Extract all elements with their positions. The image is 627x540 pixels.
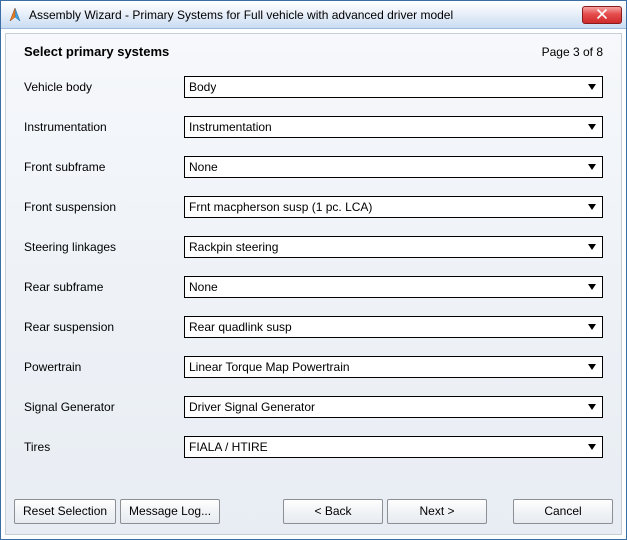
- dropdown-value: Driver Signal Generator: [189, 400, 315, 414]
- dropdown-value: None: [189, 160, 218, 174]
- form-area: Vehicle body Body Instrumentation Instru…: [6, 63, 621, 490]
- dropdown-value: Linear Torque Map Powertrain: [189, 360, 350, 374]
- chevron-down-icon: [584, 399, 600, 415]
- dropdown-front-suspension[interactable]: Frnt macpherson susp (1 pc. LCA): [184, 196, 603, 218]
- back-button[interactable]: < Back: [283, 499, 383, 524]
- wizard-window: Assembly Wizard - Primary Systems for Fu…: [0, 0, 627, 540]
- dropdown-value: FIALA / HTIRE: [189, 440, 268, 454]
- dropdown-powertrain[interactable]: Linear Torque Map Powertrain: [184, 356, 603, 378]
- row-signal-generator: Signal Generator Driver Signal Generator: [24, 387, 603, 427]
- dropdown-steering-linkages[interactable]: Rackpin steering: [184, 236, 603, 258]
- cancel-button[interactable]: Cancel: [513, 499, 613, 524]
- chevron-down-icon: [584, 199, 600, 215]
- dropdown-value: Rackpin steering: [189, 240, 278, 254]
- label-signal-generator: Signal Generator: [24, 400, 184, 414]
- close-button[interactable]: [582, 6, 622, 24]
- reset-selection-button[interactable]: Reset Selection: [14, 499, 116, 524]
- content-panel: Select primary systems Page 3 of 8 Vehic…: [5, 33, 622, 535]
- label-steering-linkages: Steering linkages: [24, 240, 184, 254]
- dropdown-tires[interactable]: FIALA / HTIRE: [184, 436, 603, 458]
- dropdown-value: None: [189, 280, 218, 294]
- chevron-down-icon: [584, 79, 600, 95]
- chevron-down-icon: [584, 279, 600, 295]
- dropdown-value: Rear quadlink susp: [189, 320, 292, 334]
- dropdown-instrumentation[interactable]: Instrumentation: [184, 116, 603, 138]
- label-rear-subframe: Rear subframe: [24, 280, 184, 294]
- page-indicator: Page 3 of 8: [542, 45, 603, 59]
- chevron-down-icon: [584, 359, 600, 375]
- dropdown-signal-generator[interactable]: Driver Signal Generator: [184, 396, 603, 418]
- dropdown-rear-subframe[interactable]: None: [184, 276, 603, 298]
- window-title: Assembly Wizard - Primary Systems for Fu…: [29, 8, 576, 22]
- titlebar: Assembly Wizard - Primary Systems for Fu…: [1, 1, 626, 29]
- label-powertrain: Powertrain: [24, 360, 184, 374]
- app-icon: [7, 7, 23, 23]
- next-button[interactable]: Next >: [387, 499, 487, 524]
- row-instrumentation: Instrumentation Instrumentation: [24, 107, 603, 147]
- row-tires: Tires FIALA / HTIRE: [24, 427, 603, 467]
- button-row: Reset Selection Message Log... < Back Ne…: [6, 490, 621, 534]
- label-instrumentation: Instrumentation: [24, 120, 184, 134]
- row-front-subframe: Front subframe None: [24, 147, 603, 187]
- page-heading: Select primary systems: [24, 44, 169, 59]
- message-log-button[interactable]: Message Log...: [120, 499, 220, 524]
- dropdown-vehicle-body[interactable]: Body: [184, 76, 603, 98]
- row-powertrain: Powertrain Linear Torque Map Powertrain: [24, 347, 603, 387]
- chevron-down-icon: [584, 439, 600, 455]
- chevron-down-icon: [584, 159, 600, 175]
- label-front-suspension: Front suspension: [24, 200, 184, 214]
- dropdown-value: Instrumentation: [189, 120, 272, 134]
- row-steering-linkages: Steering linkages Rackpin steering: [24, 227, 603, 267]
- label-rear-suspension: Rear suspension: [24, 320, 184, 334]
- label-vehicle-body: Vehicle body: [24, 80, 184, 94]
- row-rear-subframe: Rear subframe None: [24, 267, 603, 307]
- dropdown-rear-suspension[interactable]: Rear quadlink susp: [184, 316, 603, 338]
- close-icon: [597, 8, 607, 22]
- heading-row: Select primary systems Page 3 of 8: [6, 34, 621, 63]
- chevron-down-icon: [584, 239, 600, 255]
- row-front-suspension: Front suspension Frnt macpherson susp (1…: [24, 187, 603, 227]
- row-rear-suspension: Rear suspension Rear quadlink susp: [24, 307, 603, 347]
- chevron-down-icon: [584, 319, 600, 335]
- dropdown-value: Frnt macpherson susp (1 pc. LCA): [189, 200, 372, 214]
- label-front-subframe: Front subframe: [24, 160, 184, 174]
- row-vehicle-body: Vehicle body Body: [24, 67, 603, 107]
- label-tires: Tires: [24, 440, 184, 454]
- chevron-down-icon: [584, 119, 600, 135]
- dropdown-value: Body: [189, 80, 216, 94]
- dropdown-front-subframe[interactable]: None: [184, 156, 603, 178]
